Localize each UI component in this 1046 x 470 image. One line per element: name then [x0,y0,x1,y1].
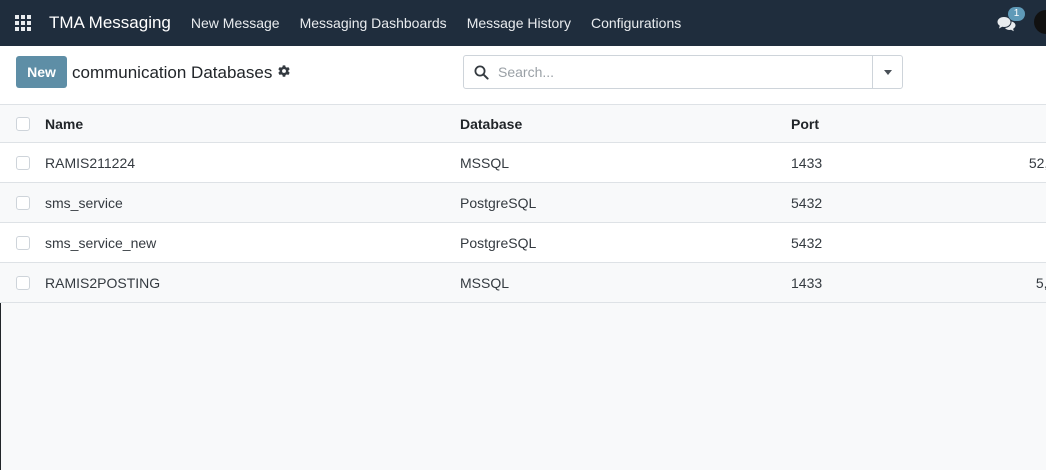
cell-database: PostgreSQL [460,194,537,211]
cell-database: MSSQL [460,274,510,291]
cell-port: 1433 [791,274,823,291]
top-navbar: TMA Messaging New Message Messaging Dash… [0,0,1046,46]
row-checkbox[interactable] [16,276,30,290]
table-header: Name Database Port Li [0,105,1046,143]
cell-name: RAMIS2POSTING [45,274,161,291]
row-checkbox[interactable] [16,236,30,250]
cell-name: sms_service [45,194,123,211]
search-options-toggle[interactable] [872,56,902,88]
gear-icon[interactable] [277,64,291,78]
cell-port: 5432 [791,234,823,251]
control-panel: New communication Databases [0,46,1046,105]
user-avatar[interactable] [1034,10,1046,34]
column-header-name[interactable]: Name [45,105,83,142]
cell-limit: 5,2( [1035,274,1046,291]
search-bar [463,55,903,89]
cell-port: 1433 [791,154,823,171]
table-row[interactable]: sms_service PostgreSQL 5432 ' [0,183,1046,223]
search-input[interactable] [498,57,868,87]
cell-limit: 52,1: [1028,154,1046,171]
menu-configurations[interactable]: Configurations [591,15,681,31]
column-header-port[interactable]: Port [791,105,819,142]
cell-limit: ' [960,183,1046,222]
search-icon [474,65,489,80]
column-header-limit[interactable]: Li [960,105,1046,142]
cell-name: sms_service_new [45,234,157,251]
row-checkbox[interactable] [16,156,30,170]
table-row[interactable]: sms_service_new PostgreSQL 5432 [0,223,1046,263]
menu-messaging-dashboards[interactable]: Messaging Dashboards [300,15,447,31]
cell-database: MSSQL [460,154,510,171]
cell-database: PostgreSQL [460,234,537,251]
app-title[interactable]: TMA Messaging [49,13,171,33]
menu-new-message[interactable]: New Message [191,15,280,31]
caret-down-icon [883,69,892,75]
navbar-systray: 1 [996,0,1046,46]
cell-port: 5432 [791,194,823,211]
app-menu-grid-icon[interactable] [0,0,46,46]
cell-limit [960,223,1046,262]
row-checkbox[interactable] [16,196,30,210]
chat-badge-count: 1 [1008,7,1025,21]
menu-message-history[interactable]: Message History [467,15,571,31]
messaging-button[interactable]: 1 [996,7,1025,35]
table-row[interactable]: RAMIS211224 MSSQL 1433 52,1: [0,143,1046,183]
page-title: communication Databases [72,63,273,82]
select-all-checkbox[interactable] [16,117,30,131]
table-row[interactable]: RAMIS2POSTING MSSQL 1433 5,2( [0,263,1046,303]
cell-name: RAMIS211224 [45,154,136,171]
column-header-database[interactable]: Database [460,105,522,142]
new-button[interactable]: New [16,56,67,88]
